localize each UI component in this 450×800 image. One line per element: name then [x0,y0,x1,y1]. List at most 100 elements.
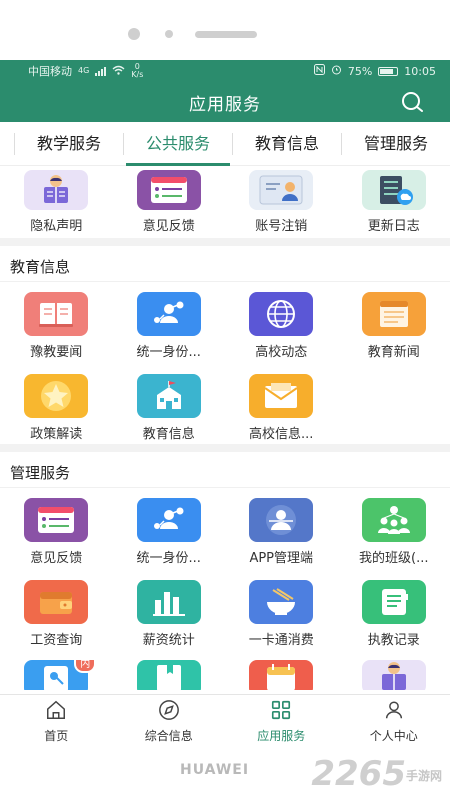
internal-badge: 内 [74,660,97,673]
admin-user-icon [249,498,314,542]
nav-label: 首页 [44,729,69,743]
education-grid-row-2: 政策解读 教育信息 高校信息... [0,364,450,446]
nav-general-info[interactable]: 综合信息 [113,695,226,748]
item-label: 执教记录 [367,633,420,648]
salary-query-item[interactable]: 工资查询 [0,580,113,652]
section-divider [0,238,450,246]
calendar-icon [249,660,314,690]
item-label: 政策解读 [30,427,83,442]
university-info-item[interactable]: 高校信息... [225,374,338,446]
reader-icon [361,660,426,690]
item-label: APP管理端 [249,551,314,566]
sensor-icon [165,30,173,38]
tab-teaching[interactable]: 教学服务 [15,122,123,166]
school-building-icon [136,374,201,418]
nav-personal-center[interactable]: 个人中心 [338,695,450,748]
battery-icon [378,66,399,76]
newspaper-icon [361,292,426,336]
feedback-list-icon [136,170,201,210]
item-label: 教育新闻 [367,345,420,360]
item-label: 教育信息 [142,427,195,442]
home-icon [45,699,67,724]
nav-app-services[interactable]: 应用服务 [225,695,338,748]
mgmt-feedback-item[interactable]: 意见反馈 [0,498,113,570]
bar-stats-icon [136,580,201,624]
tab-education[interactable]: 教育信息 [233,122,341,166]
reader-icon [24,170,89,210]
salary-stats-item[interactable]: 薪资统计 [113,580,226,652]
category-tabs: 教学服务 公共服务 教育信息 管理服务 [0,122,450,166]
update-log-item[interactable]: 更新日志 [338,170,450,238]
front-camera-icon [128,28,140,40]
key-doc-icon: 内 [24,660,97,690]
phone-bezel-top [0,0,450,60]
earpiece-speaker [195,31,257,38]
section-title-management: 管理服务 [0,452,450,488]
net-speed: 0 K/s [131,62,144,79]
tab-management[interactable]: 管理服务 [342,122,450,166]
class-group-icon [361,498,426,542]
wallet-icon [24,580,89,624]
mgmt-unified-identity-item[interactable]: 统一身份... [113,498,226,570]
unified-identity-item[interactable]: 统一身份... [113,292,226,364]
university-updates-item[interactable]: 高校动态 [225,292,338,364]
app-admin-item[interactable]: APP管理端 [225,498,338,570]
tab-public[interactable]: 公共服务 [124,122,232,166]
envelope-icon [249,374,314,418]
education-info-item[interactable]: 教育信息 [113,374,226,446]
item-label: 更新日志 [367,219,420,234]
watermark-logo: 2265手游网 [311,754,442,794]
bookmark-book-icon [136,660,201,690]
item-label: 豫教要闻 [30,345,83,360]
account-cancel-item[interactable]: 账号注销 [225,170,338,238]
section-title-education: 教育信息 [0,246,450,282]
privacy-statement-item[interactable]: 隐私声明 [0,170,113,238]
bottom-navigation: 首页 综合信息 应用服务 个人中心 [0,694,450,748]
my-class-item[interactable]: 我的班级(... [338,498,450,570]
star-icon [24,374,89,418]
device-footer: HUAWEI 2265手游网 [0,748,450,800]
public-services-grid: 隐私声明 意见反馈 账号注销 更新日志 [0,166,450,238]
wifi-icon [112,65,125,78]
internal-item[interactable]: 内 [0,660,113,690]
henan-news-item[interactable]: 豫教要闻 [0,292,113,364]
nav-label: 应用服务 [257,729,306,743]
book-item[interactable] [113,660,226,690]
management-grid-row-2: 工资查询 薪资统计 一卡通消费 执教记录 [0,570,450,652]
item-label: 统一身份... [136,551,201,566]
policy-interpretation-item[interactable]: 政策解读 [0,374,113,446]
item-label: 高校信息... [249,427,314,442]
app-header: 应用服务 [0,82,450,122]
device-brand: HUAWEI [180,762,250,778]
signal-icon [95,66,107,76]
education-grid-row-1: 豫教要闻 统一身份... 高校动态 教育新闻 [0,282,450,364]
bowl-icon [249,580,314,624]
globe-icon [249,292,314,336]
feedback-list-icon [24,498,89,542]
item-label: 意见反馈 [30,551,83,566]
status-bar: 中国移动 4G 0 K/s 75% 10:05 [0,60,450,82]
grid-apps-icon [270,699,292,724]
clock: 10:05 [404,64,436,78]
nav-home[interactable]: 首页 [0,695,113,748]
carrier-name: 中国移动 [28,65,72,78]
empty-slot [338,374,450,446]
search-icon[interactable] [400,90,424,114]
item-label: 意见反馈 [142,219,195,234]
reader-item[interactable] [338,660,450,690]
alarm-icon [331,64,342,78]
item-label: 工资查询 [30,633,83,648]
management-grid-row-3: 内 [0,652,450,690]
item-label: 隐私声明 [30,219,83,234]
feedback-item[interactable]: 意见反馈 [113,170,226,238]
calendar-item[interactable] [225,660,338,690]
item-label: 薪资统计 [142,633,195,648]
person-icon [383,699,405,724]
page-title: 应用服务 [189,94,261,115]
item-label: 统一身份... [136,345,201,360]
teaching-record-item[interactable]: 执教记录 [338,580,450,652]
nav-label: 个人中心 [369,729,418,743]
item-label: 我的班级(... [359,551,429,566]
card-consumption-item[interactable]: 一卡通消费 [225,580,338,652]
education-news-item[interactable]: 教育新闻 [338,292,450,364]
